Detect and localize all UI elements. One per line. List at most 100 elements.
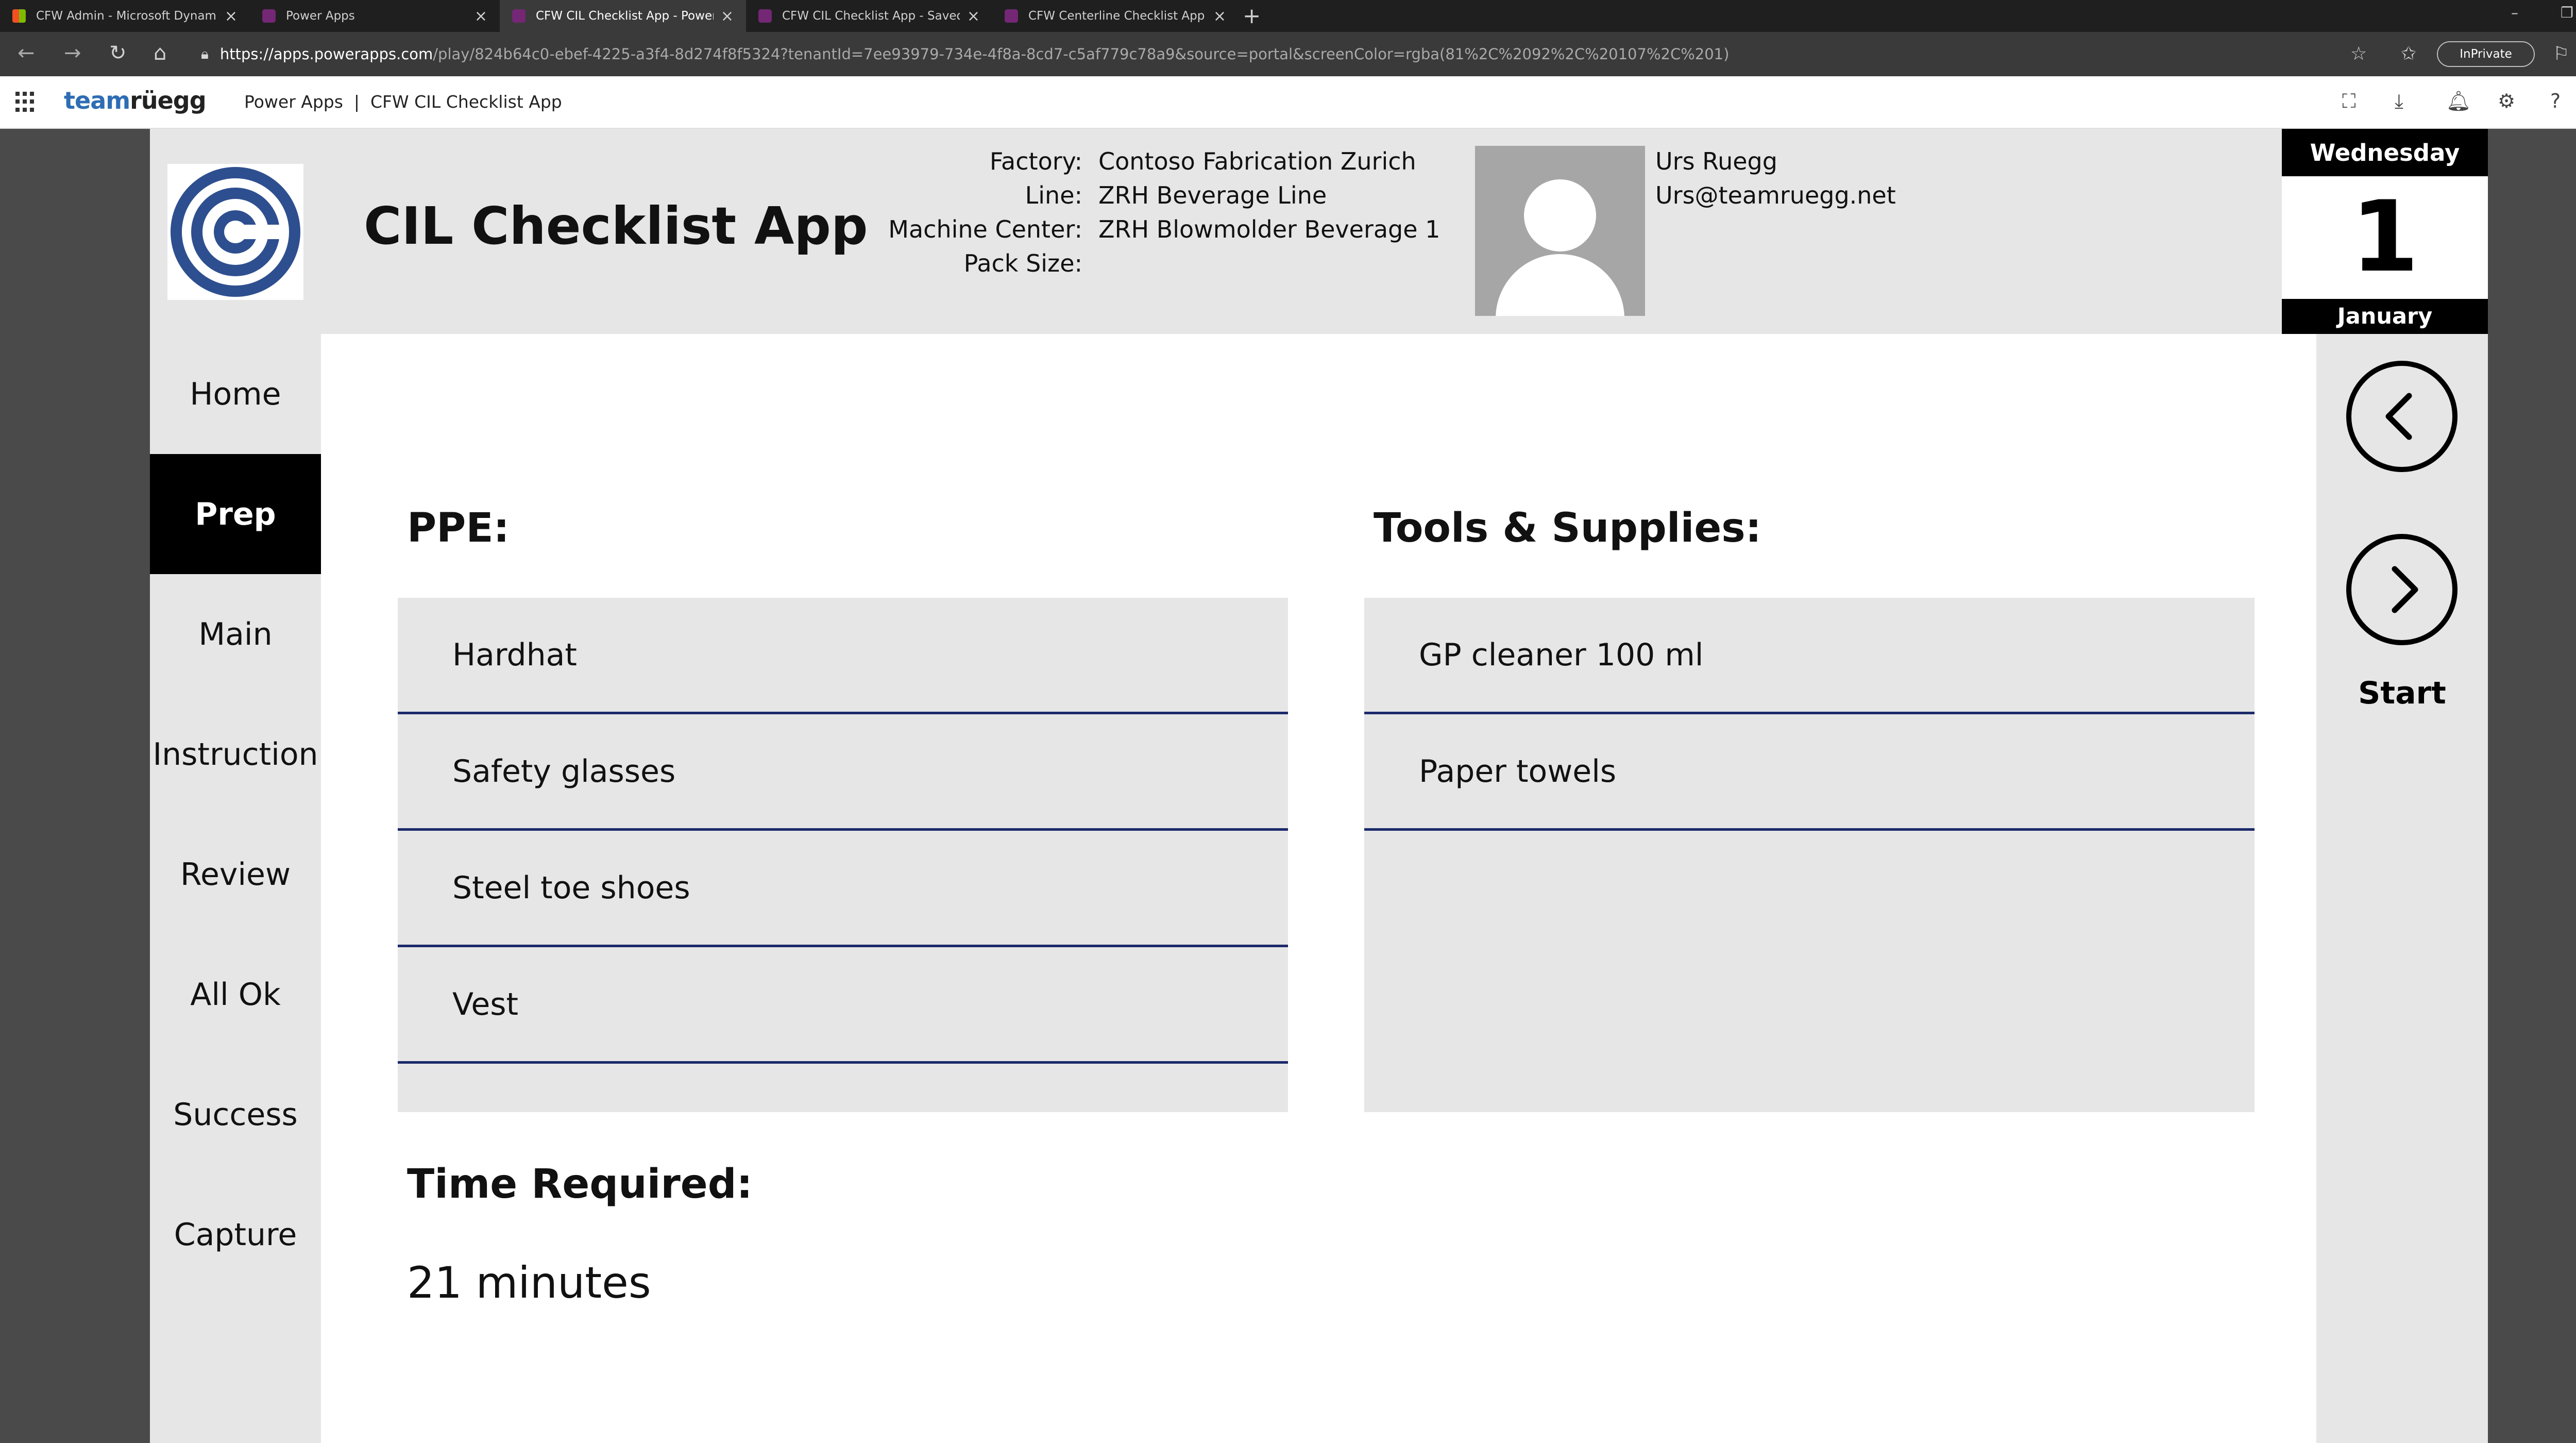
time-required-value: 21 minutes (407, 1257, 651, 1308)
list-item[interactable]: Vest (398, 947, 1288, 1064)
browser-tab[interactable]: Power Apps × (250, 0, 500, 32)
app-header-band: CIL Checklist App Factory: Line: Machine… (150, 129, 2488, 334)
brand-logo[interactable]: teamrüegg (64, 87, 207, 114)
url-field[interactable]: 🔒︎ https://apps.powerapps.com /play/824b… (201, 39, 2365, 69)
close-tab-icon[interactable]: × (225, 7, 238, 25)
left-navigation: Home Prep Main Instruction Review All Ok… (150, 334, 321, 1443)
chevron-right-icon (2392, 566, 2418, 613)
line-value: ZRH Beverage Line (1098, 181, 1327, 209)
machine-center-label: Machine Center: (888, 215, 1082, 243)
nav-item-review[interactable]: Review (150, 814, 321, 934)
nav-item-capture[interactable]: Capture (150, 1174, 321, 1295)
inprivate-badge[interactable]: InPrivate (2437, 41, 2535, 67)
date-day-number: 1 (2350, 179, 2419, 294)
info-labels: Factory: Line: Machine Center: Pack Size… (876, 144, 1082, 280)
ppe-list: Hardhat Safety glasses Steel toe shoes V… (398, 598, 1288, 1112)
tab-title: Power Apps (286, 9, 355, 23)
pack-size-label: Pack Size: (963, 249, 1082, 277)
gear-icon[interactable]: ⚙ (2498, 90, 2515, 112)
download-icon[interactable]: ⤓ (2395, 90, 2403, 113)
forward-icon[interactable]: → (64, 41, 81, 65)
list-item[interactable]: Hardhat (398, 598, 1288, 714)
machine-center-value: ZRH Blowmolder Beverage 1 (1098, 215, 1440, 243)
breadcrumb: Power Apps | CFW CIL Checklist App (244, 92, 562, 112)
close-tab-icon[interactable]: × (1213, 7, 1226, 25)
nav-item-all-ok[interactable]: All Ok (150, 934, 321, 1054)
user-photo (1475, 146, 1645, 316)
close-tab-icon[interactable]: × (721, 7, 734, 25)
browser-tab-active[interactable]: CFW CIL Checklist App - Power Apps × (500, 0, 746, 32)
person-placeholder-body (1496, 254, 1624, 316)
app-launcher-icon[interactable] (15, 92, 36, 112)
nav-item-home[interactable]: Home (150, 334, 321, 454)
user-email: Urs@teamruegg.net (1655, 181, 1896, 209)
browser-tab-bar: CFW Admin - Microsoft Dynamics 365 × Pow… (0, 0, 2576, 32)
lock-icon: 🔒︎ (201, 45, 209, 62)
start-button[interactable] (2346, 534, 2458, 645)
factory-label: Factory: (989, 147, 1082, 175)
line-label: Line: (1025, 181, 1082, 209)
home-icon[interactable]: ⌂ (154, 41, 166, 65)
url-host: https://apps.powerapps.com (219, 45, 433, 63)
refresh-icon[interactable]: ↻ (109, 41, 127, 65)
browser-tab[interactable]: CFW Admin - Microsoft Dynamics 365 × (0, 0, 250, 32)
time-required-title: Time Required: (407, 1161, 753, 1207)
brand-part1: team (64, 87, 130, 114)
fullscreen-icon[interactable]: ⛶ (2342, 90, 2356, 113)
list-item[interactable]: Steel toe shoes (398, 831, 1288, 947)
list-item[interactable]: GP cleaner 100 ml (1364, 598, 2255, 714)
tab-title: CFW CIL Checklist App - Power Apps (536, 9, 714, 23)
minimize-icon[interactable]: – (2511, 4, 2518, 21)
power-apps-icon (512, 9, 526, 23)
start-label[interactable]: Start (2316, 675, 2488, 711)
tab-title: CFW Centerline Checklist App - Power App… (1028, 9, 1206, 23)
browser-tab[interactable]: CFW CIL Checklist App - Saved (Unpublish… (746, 0, 992, 32)
inprivate-label: InPrivate (2460, 47, 2512, 61)
microsoft-logo-icon (12, 9, 26, 23)
tools-list: GP cleaner 100 ml Paper towels (1364, 598, 2255, 1112)
cil-checklist-app: CIL Checklist App Factory: Line: Machine… (150, 129, 2488, 1443)
nav-item-prep[interactable]: Prep (150, 454, 321, 574)
date-weekday: Wednesday (2282, 129, 2488, 176)
favorites-icon[interactable]: ✩ (2401, 43, 2416, 64)
power-apps-icon (1005, 9, 1018, 23)
address-bar: ← → ↻ ⌂ 🔒︎ https://apps.powerapps.com /p… (0, 32, 2576, 76)
close-tab-icon[interactable]: × (967, 7, 980, 25)
nav-item-instruction[interactable]: Instruction (150, 694, 321, 814)
powerapps-header: teamrüegg Power Apps | CFW CIL Checklist… (0, 76, 2576, 129)
info-values: Contoso Fabrication Zurich ZRH Beverage … (1098, 144, 1440, 280)
bell-icon[interactable]: 🔔︎ (2446, 90, 2471, 113)
list-item[interactable]: Safety glasses (398, 714, 1288, 831)
tools-title: Tools & Supplies: (1374, 505, 1761, 551)
chevron-left-icon (2385, 393, 2412, 440)
factory-value: Contoso Fabrication Zurich (1098, 147, 1416, 175)
user-info: Urs Ruegg Urs@teamruegg.net (1655, 144, 1896, 212)
back-button[interactable] (2346, 361, 2458, 472)
nav-item-success[interactable]: Success (150, 1054, 321, 1174)
favorite-star-icon[interactable]: ☆ (2350, 43, 2367, 64)
app-title: CIL Checklist App (364, 196, 868, 256)
company-logo (167, 164, 303, 300)
ppe-title: PPE: (407, 505, 510, 551)
list-item[interactable]: Paper towels (1364, 714, 2255, 831)
tab-title: CFW Admin - Microsoft Dynamics 365 (36, 9, 217, 23)
nav-item-main[interactable]: Main (150, 574, 321, 694)
help-icon[interactable]: ? (2550, 90, 2561, 112)
tab-title: CFW CIL Checklist App - Saved (Unpublish… (782, 9, 960, 23)
close-tab-icon[interactable]: × (474, 7, 487, 25)
feedback-icon[interactable]: ⚐ (2553, 43, 2569, 64)
power-apps-icon (758, 9, 772, 23)
url-path: /play/824b64c0-ebef-4225-a3f4-8d274f8f53… (433, 45, 1730, 63)
back-icon[interactable]: ← (18, 41, 35, 65)
new-tab-icon[interactable]: + (1243, 3, 1261, 28)
power-apps-icon (262, 9, 276, 23)
contoso-logo-icon (171, 167, 300, 297)
browser-tab[interactable]: CFW Centerline Checklist App - Power App… (992, 0, 1239, 32)
restore-icon[interactable]: ❐ (2561, 4, 2573, 21)
brand-part2: rüegg (130, 87, 206, 114)
user-name: Urs Ruegg (1655, 147, 1777, 175)
date-month: January (2282, 299, 2488, 334)
person-placeholder-icon (1524, 179, 1596, 251)
date-card: Wednesday 1 January (2282, 129, 2488, 334)
pack-size-value (1098, 246, 1440, 280)
